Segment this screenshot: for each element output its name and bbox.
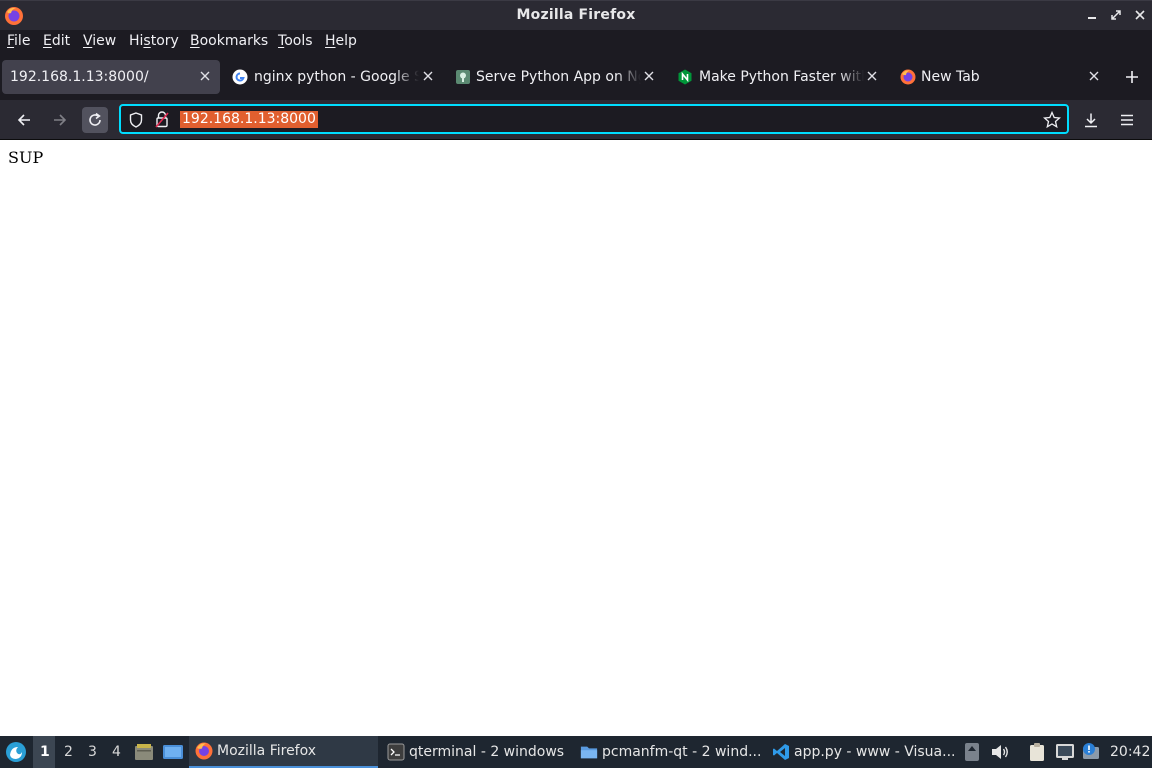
minimize-icon [1088, 17, 1096, 19]
reload-button[interactable] [82, 107, 108, 133]
tab-label: nginx python - Google Se [254, 69, 419, 85]
firefox-icon [195, 742, 213, 760]
close-tab-icon[interactable] [865, 69, 879, 83]
maximize-button[interactable] [1110, 8, 1122, 22]
firefox-icon [900, 69, 916, 85]
minimize-button[interactable] [1086, 8, 1098, 22]
downloads-button[interactable] [1078, 107, 1104, 133]
nginx-icon [678, 69, 692, 85]
task-label: Mozilla Firefox [217, 743, 317, 759]
star-icon[interactable] [1043, 111, 1061, 129]
tab-new-tab[interactable]: New Tab [893, 60, 1111, 94]
task-label: qterminal - 2 windows [409, 744, 565, 760]
clipboard-icon[interactable] [1028, 742, 1046, 762]
menu-bar: File Edit View History Bookmarks Tools H… [0, 30, 1152, 54]
notification-icon[interactable] [1081, 742, 1101, 762]
window-title: Mozilla Firefox [516, 7, 636, 23]
page-content: SUP [0, 140, 1152, 736]
shield-icon[interactable] [129, 112, 143, 128]
menu-bookmarks[interactable]: Bookmarks [190, 33, 268, 49]
close-tab-icon[interactable] [1087, 69, 1101, 83]
arrow-left-icon [17, 114, 30, 126]
task-pcmanfm[interactable]: pcmanfm-qt - 2 wind... [580, 736, 765, 768]
scroll-tray-icon[interactable] [964, 742, 980, 762]
taskbar: 1 2 3 4 Mozilla Firefox qterminal - 2 wi… [0, 736, 1152, 768]
download-icon [1085, 113, 1097, 128]
tab-serve-python[interactable]: Serve Python App on Ngi [447, 60, 665, 94]
close-tab-icon[interactable] [421, 69, 435, 83]
tab-label: New Tab [921, 69, 980, 85]
window-titlebar: Mozilla Firefox [0, 0, 1152, 30]
app-menu-button[interactable] [1114, 107, 1140, 133]
hamburger-icon [1121, 114, 1133, 126]
vscode-icon [773, 744, 789, 760]
tab-google[interactable]: nginx python - Google Se [224, 60, 442, 94]
new-tab-button[interactable] [1124, 69, 1140, 85]
tab-label: Make Python Faster with [699, 69, 864, 85]
lock-icon[interactable] [155, 111, 169, 128]
terminal-icon [387, 743, 405, 761]
task-vscode[interactable]: app.py - www - Visua... [772, 736, 957, 768]
menu-tools[interactable]: Tools [278, 33, 313, 49]
workspace-2[interactable]: 2 [64, 744, 73, 760]
close-tab-icon[interactable] [198, 69, 212, 83]
url-input[interactable]: 192.168.1.13:8000 [180, 111, 318, 128]
google-icon [232, 69, 248, 85]
volume-icon[interactable] [990, 743, 1010, 761]
nav-bar: 192.168.1.13:8000 [0, 100, 1152, 140]
file-manager-launcher-icon[interactable] [134, 743, 154, 761]
menu-file[interactable]: File [7, 33, 30, 49]
tab-bar: 192.168.1.13:8000/ nginx python - Google… [0, 54, 1152, 100]
tab-active[interactable]: 192.168.1.13:8000/ [2, 60, 220, 94]
maximize-icon [1111, 10, 1121, 20]
workspace-1[interactable]: 1 [40, 744, 50, 760]
close-icon [1135, 10, 1145, 20]
page-text: SUP [8, 148, 44, 167]
close-tab-icon[interactable] [642, 69, 656, 83]
tab-label: 192.168.1.13:8000/ [10, 69, 149, 85]
workspace-3[interactable]: 3 [88, 744, 97, 760]
forward-button[interactable] [47, 107, 73, 133]
url-bar[interactable]: 192.168.1.13:8000 [119, 104, 1069, 134]
menu-history[interactable]: History [129, 33, 179, 49]
arrow-right-icon [54, 114, 67, 126]
task-label: pcmanfm-qt - 2 wind... [602, 744, 762, 760]
tab-label: Serve Python App on Ngi [476, 69, 641, 85]
back-button[interactable] [11, 107, 37, 133]
menu-edit[interactable]: Edit [43, 33, 70, 49]
show-desktop-icon[interactable] [162, 743, 184, 761]
site-icon [456, 70, 470, 84]
network-icon[interactable] [1055, 743, 1075, 761]
folder-icon [580, 746, 598, 759]
task-qterminal[interactable]: qterminal - 2 windows [387, 736, 572, 768]
tab-make-python-faster[interactable]: Make Python Faster with [670, 60, 888, 94]
task-firefox[interactable]: Mozilla Firefox [189, 736, 378, 768]
clock[interactable]: 20:42 [1110, 744, 1150, 760]
menu-view[interactable]: View [83, 33, 116, 49]
workspace-4[interactable]: 4 [112, 744, 121, 760]
start-menu-icon[interactable] [5, 741, 27, 763]
reload-icon [89, 112, 101, 126]
task-label: app.py - www - Visua... [794, 744, 956, 760]
menu-help[interactable]: Help [325, 33, 357, 49]
close-window-button[interactable] [1134, 8, 1146, 22]
